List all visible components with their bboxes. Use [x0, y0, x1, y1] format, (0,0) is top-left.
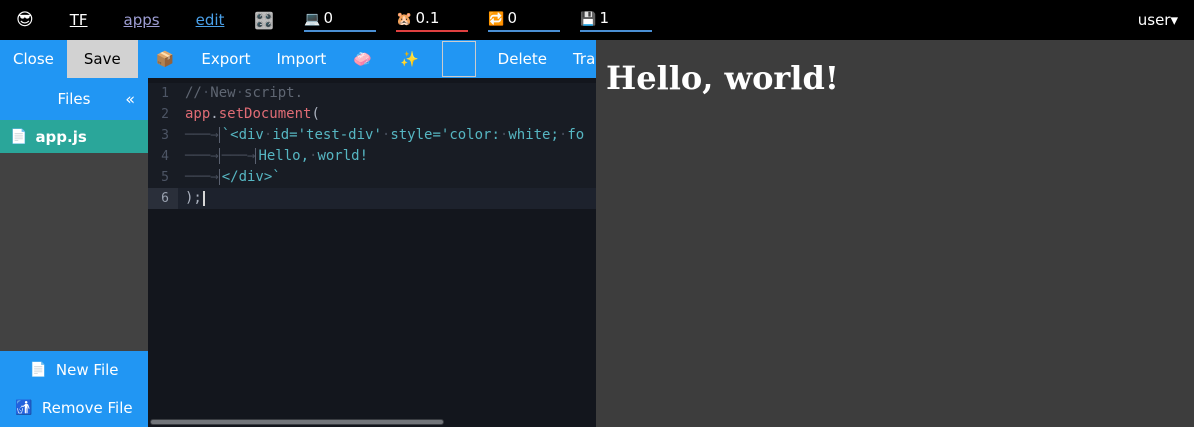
line-number: 6: [148, 188, 178, 209]
preview-heading: Hello, world!: [606, 59, 1194, 97]
control-knobs-icon[interactable]: 🎛️: [254, 11, 274, 30]
save-button[interactable]: Save: [67, 40, 138, 78]
code-token-punct: (: [311, 106, 319, 122]
code-line-text: );: [178, 188, 205, 209]
line-number: 2: [148, 104, 178, 125]
code-token-string: id='test-div': [272, 127, 382, 143]
code-line-text: ───→───→Hello,·world!: [178, 146, 368, 167]
code-token-string: fo: [567, 127, 584, 143]
files-sidebar-header: Files «: [0, 78, 148, 120]
code-token-red: app: [185, 106, 210, 122]
code-token-ws: ·: [236, 85, 244, 101]
code-line[interactable]: 2app.setDocument(: [148, 104, 596, 125]
hamster-icon: 🐹: [396, 12, 412, 27]
code-token-string: `<div: [222, 127, 264, 143]
code-token-red: setDocument: [219, 106, 312, 122]
hamster-stat-value: 0.1: [416, 9, 440, 27]
new-file-button[interactable]: 📄 New File: [0, 351, 148, 389]
laptop-icon: 💻: [304, 12, 320, 27]
code-token-punct: .: [210, 106, 218, 122]
remove-file-label: Remove File: [42, 399, 133, 417]
user-menu-button[interactable]: user▾: [1138, 11, 1178, 29]
package-icon-button[interactable]: 📦: [142, 40, 189, 78]
code-token-comment: script.: [244, 85, 303, 101]
link-edit[interactable]: edit: [196, 11, 225, 29]
floppy-stat-value: 1: [600, 9, 610, 27]
file-item-label: app.js: [35, 128, 86, 146]
code-token-comment: //: [185, 85, 202, 101]
repeat-stat-field[interactable]: 🔁 0: [488, 9, 560, 32]
editor-toolbar: Close Save 📦 Export Import 🧼 ✨ Delete Tr…: [0, 40, 596, 78]
export-button[interactable]: Export: [188, 40, 263, 78]
link-tf[interactable]: TF: [70, 11, 88, 29]
page-icon: 📄: [29, 362, 46, 378]
floppy-stat-field[interactable]: 💾 1: [580, 9, 652, 32]
close-button[interactable]: Close: [0, 40, 67, 78]
line-number: 4: [148, 146, 178, 167]
files-header-label: Files: [58, 90, 91, 108]
code-line[interactable]: 5───→</div>`: [148, 167, 596, 188]
tab-whitespace-glyph: ───→: [222, 148, 257, 164]
computer-stat-field[interactable]: 💻 0: [304, 9, 376, 32]
horizontal-scrollbar[interactable]: [150, 419, 444, 425]
code-token-comment: New: [210, 85, 235, 101]
remove-file-button[interactable]: 🚮 Remove File: [0, 389, 148, 427]
sidebar-filler: [0, 153, 148, 351]
line-number: 3: [148, 125, 178, 146]
code-token-punct: );: [185, 190, 202, 206]
sunglasses-emoji-icon[interactable]: 😎: [16, 10, 34, 30]
app-window: 😎 TF apps edit 🎛️ 💻 0 🐹 0.1 🔁 0 💾 1 user…: [0, 0, 1194, 427]
code-line[interactable]: 3───→`<div·id='test-div'·style='color:·w…: [148, 125, 596, 146]
soap-icon-button[interactable]: 🧼: [339, 40, 386, 78]
code-line[interactable]: 4───→───→Hello,·world!: [148, 146, 596, 167]
delete-button[interactable]: Delete: [485, 40, 560, 78]
code-editor[interactable]: 1//·New·script.2app.setDocument(3───→`<d…: [148, 78, 596, 427]
sparkles-icon-button[interactable]: ✨: [386, 40, 433, 78]
code-line-text: //·New·script.: [178, 83, 303, 104]
file-item-appjs[interactable]: 📄 app.js: [0, 120, 148, 153]
code-line-text: ───→`<div·id='test-div'·style='color:·wh…: [178, 125, 584, 146]
import-button[interactable]: Import: [264, 40, 340, 78]
link-apps[interactable]: apps: [124, 11, 160, 29]
repeat-icon: 🔁: [488, 12, 504, 27]
preview-panel: Hello, world!: [596, 40, 1194, 427]
collapse-sidebar-button[interactable]: «: [125, 90, 135, 109]
tab-whitespace-glyph: ───→: [185, 127, 220, 143]
code-token-string: </div>`: [222, 169, 281, 185]
new-file-label: New File: [56, 361, 119, 379]
code-line-text: app.setDocument(: [178, 104, 320, 125]
line-number: 5: [148, 167, 178, 188]
code-lines: 1//·New·script.2app.setDocument(3───→`<d…: [148, 78, 596, 209]
tab-whitespace-glyph: ───→: [185, 148, 220, 164]
computer-stat-value: 0: [324, 9, 334, 27]
tab-whitespace-glyph: ───→: [185, 169, 220, 185]
blank-toolbar-button[interactable]: [442, 41, 476, 77]
code-token-string: style='color:: [390, 127, 500, 143]
code-token-string: white;: [508, 127, 559, 143]
code-line[interactable]: 1//·New·script.: [148, 83, 596, 104]
files-sidebar: Files « 📄 app.js 📄 New File 🚮 Remove: [0, 78, 148, 427]
text-cursor: [203, 191, 205, 206]
top-menu-bar: 😎 TF apps edit 🎛️ 💻 0 🐹 0.1 🔁 0 💾 1 user…: [0, 0, 1194, 40]
code-token-string: Hello,: [258, 148, 309, 164]
floppy-disk-icon: 💾: [580, 12, 596, 27]
code-token-string: world!: [317, 148, 368, 164]
code-line-text: ───→</div>`: [178, 167, 281, 188]
hamster-stat-field[interactable]: 🐹 0.1: [396, 9, 468, 32]
litter-bin-icon: 🚮: [15, 400, 32, 416]
code-line[interactable]: 6);: [148, 188, 596, 209]
repeat-stat-value: 0: [508, 9, 518, 27]
document-icon: 📄: [10, 129, 27, 145]
line-number: 1: [148, 83, 178, 104]
